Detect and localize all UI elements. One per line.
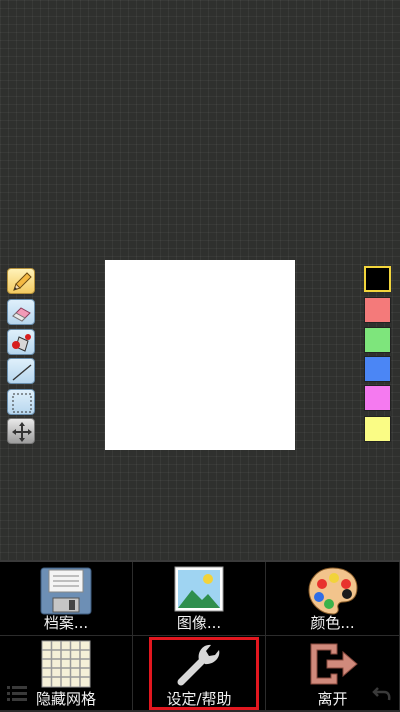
move-tool[interactable] xyxy=(7,418,35,444)
bottom-menu: 档案... 图像... 颜色... 隐藏网格 设定/帮助 离开 xyxy=(0,560,400,712)
exit-door-icon xyxy=(310,643,358,685)
fill-tool[interactable] xyxy=(7,329,35,355)
image-label: 图像... xyxy=(176,614,222,632)
line-icon xyxy=(12,364,32,381)
floppy-disk-icon xyxy=(40,567,92,615)
swatch-yellow[interactable] xyxy=(364,416,391,442)
color-button[interactable]: 颜色... xyxy=(266,562,400,636)
paint-bucket-icon xyxy=(12,334,31,352)
select-tool[interactable] xyxy=(7,389,35,415)
swatch-green[interactable] xyxy=(364,327,391,353)
drawing-canvas[interactable] xyxy=(105,260,295,450)
menu-icon[interactable] xyxy=(7,684,27,702)
color-label: 颜色... xyxy=(310,614,355,632)
line-tool[interactable] xyxy=(7,358,35,384)
pencil-icon xyxy=(13,272,32,291)
file-label: 档案... xyxy=(43,614,89,632)
settings-help-label: 设定/帮助 xyxy=(166,690,232,708)
canvas-area[interactable] xyxy=(0,0,400,560)
swatch-magenta[interactable] xyxy=(364,385,391,411)
color-palette-icon xyxy=(307,567,358,615)
move-arrows-icon xyxy=(12,422,32,442)
eraser-tool[interactable] xyxy=(7,299,35,325)
file-button[interactable]: 档案... xyxy=(0,562,133,636)
undo-icon[interactable] xyxy=(372,684,392,702)
pencil-tool[interactable] xyxy=(7,268,35,294)
dashed-rect-icon xyxy=(12,393,32,413)
swatch-red[interactable] xyxy=(364,297,391,323)
swatch-blue[interactable] xyxy=(364,356,391,382)
settings-help-button[interactable]: 设定/帮助 xyxy=(133,636,266,712)
grid-icon xyxy=(41,640,91,688)
image-button[interactable]: 图像... xyxy=(133,562,266,636)
picture-icon xyxy=(174,566,224,612)
wrench-icon xyxy=(177,644,220,686)
swatch-black[interactable] xyxy=(364,266,391,292)
eraser-icon xyxy=(12,307,31,322)
